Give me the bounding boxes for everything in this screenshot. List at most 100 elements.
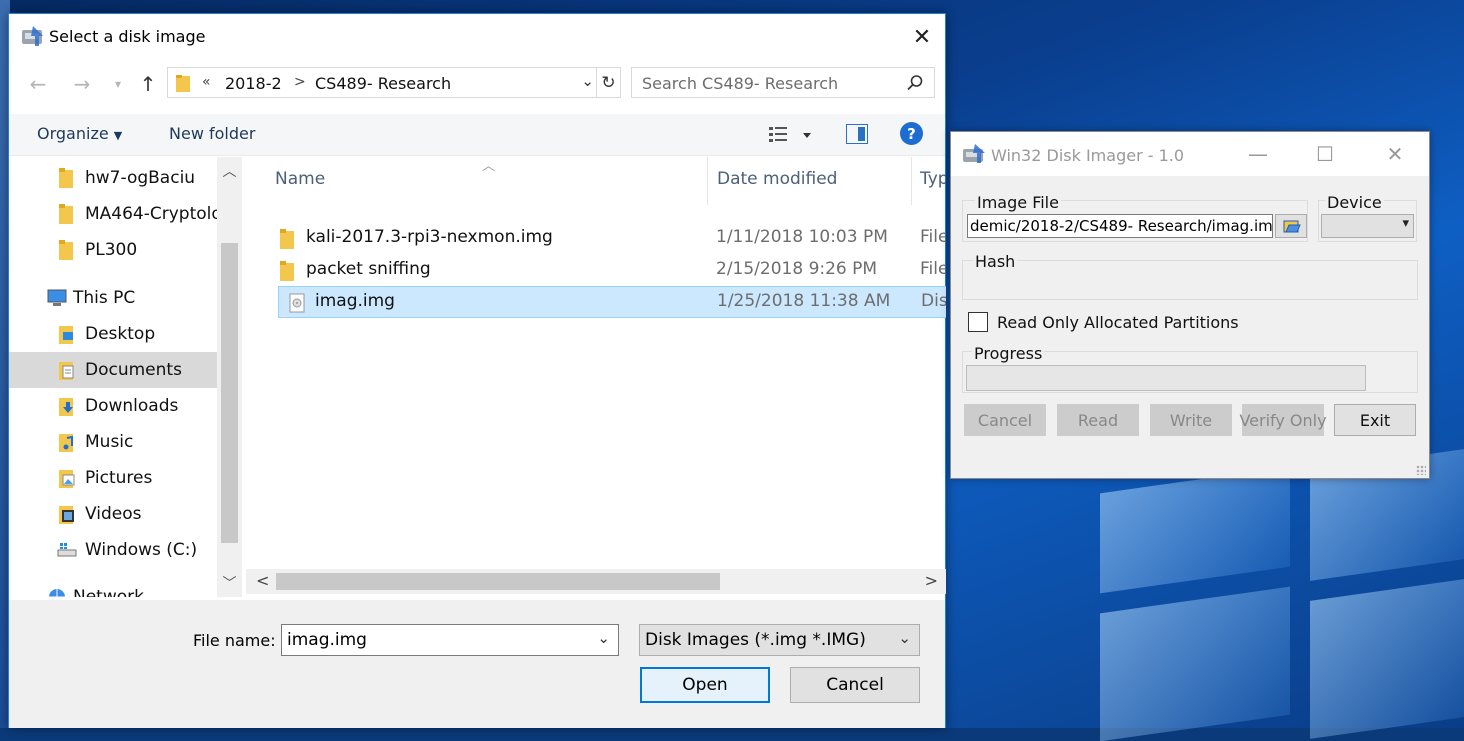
dialog-footer: File name: imag.img ⌄ Disk Images (*.img… — [9, 600, 945, 728]
nav-item-this-pc[interactable]: This PC — [9, 280, 217, 316]
scroll-right-icon[interactable]: > — [925, 571, 938, 590]
column-type[interactable]: Typ — [920, 169, 946, 189]
image-file-label: Image File — [975, 193, 1061, 212]
device-select[interactable] — [1321, 214, 1414, 238]
hash-label: Hash — [973, 252, 1018, 271]
computer-icon — [47, 289, 67, 306]
refresh-icon: ↻ — [601, 72, 616, 93]
column-name[interactable]: Name — [275, 169, 325, 189]
nav-item-desktop[interactable]: Desktop — [9, 316, 217, 352]
search-icon[interactable] — [906, 74, 924, 92]
browse-button[interactable] — [1275, 214, 1307, 238]
folder-icon — [280, 261, 294, 281]
breadcrumb-2018-2[interactable]: 2018-2 — [225, 74, 282, 93]
close-button[interactable]: ✕ — [1372, 132, 1418, 176]
preview-pane-icon[interactable] — [846, 124, 868, 144]
nav-item-network[interactable]: Network — [9, 579, 217, 597]
nav-label: Network — [73, 587, 144, 597]
maximize-button[interactable]: ☐ — [1302, 132, 1348, 176]
column-divider[interactable] — [911, 157, 912, 205]
horizontal-scrollbar[interactable]: < > — [246, 569, 946, 594]
search-input[interactable]: Search CS489- Research — [631, 67, 935, 98]
navigation-pane: hw7-ogBaciu MA464-Cryptolo PL300 This PC… — [9, 157, 242, 597]
read-only-checkbox[interactable] — [968, 312, 988, 332]
nav-item-pl300[interactable]: PL300 — [9, 232, 217, 268]
nav-item-documents[interactable]: Documents — [9, 352, 217, 388]
verify-only-button[interactable]: Verify Only — [1239, 404, 1327, 436]
cancel-button[interactable]: Cancel — [964, 404, 1046, 436]
breadcrumb-cs489-research[interactable]: CS489- Research — [315, 74, 451, 93]
organize-label: Organize — [37, 124, 109, 143]
imager-titlebar[interactable]: Win32 Disk Imager - 1.0 — ☐ ✕ — [951, 132, 1429, 176]
file-row[interactable]: packet sniffing 2/15/2018 9:26 PM File — [270, 255, 946, 287]
close-button[interactable]: ✕ — [899, 14, 945, 60]
nav-item-downloads[interactable]: Downloads — [9, 388, 217, 424]
read-only-label[interactable]: Read Only Allocated Partitions — [997, 313, 1239, 332]
scroll-left-icon[interactable]: < — [256, 571, 269, 590]
forward-button[interactable]: → — [69, 71, 95, 97]
nav-item-music[interactable]: Music — [9, 424, 217, 460]
breadcrumb-separator-icon[interactable]: > — [294, 74, 306, 90]
minimize-icon: — — [1248, 142, 1268, 166]
column-date-modified[interactable]: Date modified — [717, 169, 837, 189]
videos-folder-icon — [59, 506, 74, 524]
write-button[interactable]: Write — [1150, 404, 1232, 436]
file-name-input[interactable]: imag.img ⌄ — [281, 624, 619, 656]
file-name-value: imag.img — [287, 630, 367, 650]
exit-button[interactable]: Exit — [1334, 404, 1416, 436]
address-dropdown-icon[interactable]: ⌄ — [581, 72, 594, 90]
organize-menu[interactable]: Organize ▼ — [37, 124, 122, 143]
resize-grip-icon[interactable] — [1416, 465, 1426, 475]
open-button[interactable]: Open — [640, 667, 770, 703]
read-button[interactable]: Read — [1057, 404, 1139, 436]
scroll-down-icon[interactable]: ﹀ — [217, 573, 242, 593]
scrollbar-thumb[interactable] — [221, 243, 238, 543]
help-icon[interactable]: ? — [900, 122, 923, 145]
refresh-button[interactable]: ↻ — [596, 68, 620, 97]
dialog-titlebar[interactable]: Select a disk image ✕ — [9, 14, 945, 60]
device-label: Device — [1325, 193, 1384, 212]
close-icon: ✕ — [1386, 142, 1404, 166]
column-divider[interactable] — [707, 157, 708, 205]
progress-label: Progress — [972, 344, 1045, 363]
chevron-down-icon[interactable]: ⌄ — [597, 629, 610, 647]
up-button[interactable]: ↑ — [135, 71, 161, 97]
nav-label: Documents — [85, 360, 182, 380]
nav-item-pictures[interactable]: Pictures — [9, 460, 217, 496]
new-folder-button[interactable]: New folder — [169, 124, 255, 143]
nav-item-ma464[interactable]: MA464-Cryptolo — [9, 196, 222, 232]
file-row[interactable]: kali-2017.3-rpi3-nexmon.img 1/11/2018 10… — [270, 223, 946, 255]
image-file-input[interactable]: demic/2018-2/CS489- Research/imag.img — [967, 214, 1273, 238]
nav-label: Music — [85, 432, 134, 452]
folder-icon — [59, 204, 73, 224]
minimize-button[interactable]: — — [1235, 132, 1281, 176]
file-type-filter-select[interactable]: Disk Images (*.img *.IMG) ⌄ — [639, 624, 920, 656]
nav-label: Videos — [85, 504, 142, 524]
file-type: File — [920, 259, 946, 279]
file-name-label: File name: — [193, 631, 276, 650]
nav-label: Desktop — [85, 324, 156, 344]
nav-label: hw7-ogBaciu — [85, 168, 196, 188]
nav-scrollbar[interactable]: ︿ ﹀ — [217, 157, 242, 597]
back-button[interactable]: ← — [25, 71, 51, 97]
file-date: 2/15/2018 9:26 PM — [716, 259, 878, 279]
change-view-icon[interactable] — [767, 124, 813, 146]
address-bar[interactable]: « 2018-2 > CS489- Research ⌄ ↻ — [167, 67, 621, 98]
scrollbar-thumb[interactable] — [276, 573, 720, 590]
recent-locations-button[interactable]: ▾ — [105, 71, 131, 97]
nav-label: PL300 — [85, 240, 138, 260]
nav-item-videos[interactable]: Videos — [9, 496, 217, 532]
file-name: packet sniffing — [306, 259, 431, 279]
file-row-selected[interactable]: imag.img 1/25/2018 11:38 AM Disc — [278, 286, 946, 318]
disk-imager-icon — [22, 26, 43, 46]
breadcrumb-overflow[interactable]: « — [202, 74, 211, 90]
win32-disk-imager-window: Win32 Disk Imager - 1.0 — ☐ ✕ Image File… — [950, 131, 1430, 479]
documents-folder-icon — [59, 362, 74, 380]
maximize-icon: ☐ — [1316, 142, 1334, 166]
nav-item-windows-c[interactable]: Windows (C:) — [9, 532, 217, 568]
windows-logo-pane — [1310, 579, 1464, 739]
desktop-folder-icon — [59, 326, 73, 344]
scroll-up-icon[interactable]: ︿ — [217, 161, 242, 181]
nav-item-hw7-ogbaciu[interactable]: hw7-ogBaciu — [9, 160, 217, 196]
cancel-button[interactable]: Cancel — [790, 667, 920, 703]
